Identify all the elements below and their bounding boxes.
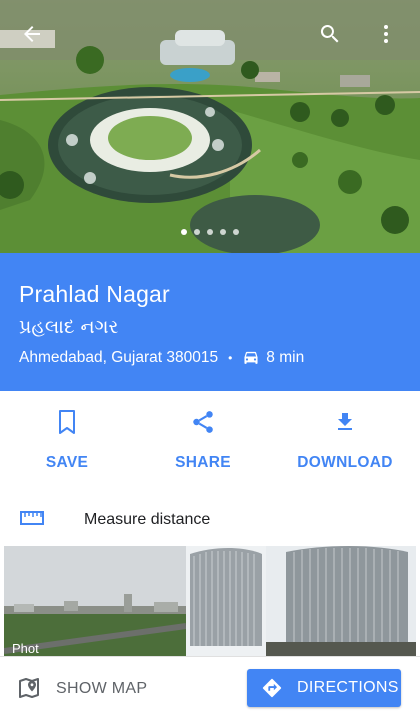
measure-distance-item[interactable]: Measure distance xyxy=(0,495,420,543)
directions-label: DIRECTIONS xyxy=(297,679,399,696)
car-icon xyxy=(242,350,260,366)
back-arrow-icon[interactable] xyxy=(12,14,52,54)
place-address: Ahmedabad, Gujarat 380015 xyxy=(19,349,219,366)
gallery-dot xyxy=(207,229,213,235)
show-map-button[interactable]: SHOW MAP xyxy=(18,671,147,707)
place-hero-photo[interactable] xyxy=(0,0,420,253)
share-label: SHARE xyxy=(175,454,231,471)
gallery-dot xyxy=(181,229,187,235)
place-native-title: પ્રહલાદ નગર xyxy=(19,316,119,338)
gallery-page-indicator xyxy=(0,229,420,235)
share-button[interactable]: SHARE xyxy=(162,409,244,472)
download-button[interactable]: DOWNLOAD xyxy=(295,409,395,472)
address-row: Ahmedabad, Gujarat 380015 • 8 min xyxy=(19,349,304,367)
ruler-icon xyxy=(20,511,44,530)
map-pin-icon xyxy=(18,675,40,704)
top-app-bar xyxy=(0,0,420,70)
share-icon xyxy=(190,409,216,440)
gallery-dot xyxy=(233,229,239,235)
city-photo xyxy=(4,546,416,658)
bookmark-icon xyxy=(55,409,79,440)
separator-dot: • xyxy=(228,351,233,365)
place-info-header: Prahlad Nagar પ્રહલાદ નગર Ahmedabad, Guj… xyxy=(0,253,420,391)
gallery-dot xyxy=(220,229,226,235)
directions-icon xyxy=(261,677,283,699)
action-row: SAVE SHARE DOWNLOAD xyxy=(0,391,420,491)
photos-strip[interactable]: Phot xyxy=(4,546,416,658)
gallery-dot xyxy=(194,229,200,235)
show-map-label: SHOW MAP xyxy=(56,680,148,697)
more-vert-icon[interactable] xyxy=(366,14,406,54)
place-title: Prahlad Nagar xyxy=(19,281,170,307)
bottom-action-bar: SHOW MAP DIRECTIONS xyxy=(0,656,420,720)
directions-button[interactable]: DIRECTIONS xyxy=(247,669,401,707)
save-button[interactable]: SAVE xyxy=(33,409,101,472)
measure-distance-label: Measure distance xyxy=(84,511,211,528)
search-icon[interactable] xyxy=(310,14,350,54)
travel-time: 8 min xyxy=(266,349,305,366)
download-label: DOWNLOAD xyxy=(297,454,393,471)
save-label: SAVE xyxy=(45,454,89,471)
photos-label: Phot xyxy=(12,641,39,656)
download-icon xyxy=(333,409,357,440)
